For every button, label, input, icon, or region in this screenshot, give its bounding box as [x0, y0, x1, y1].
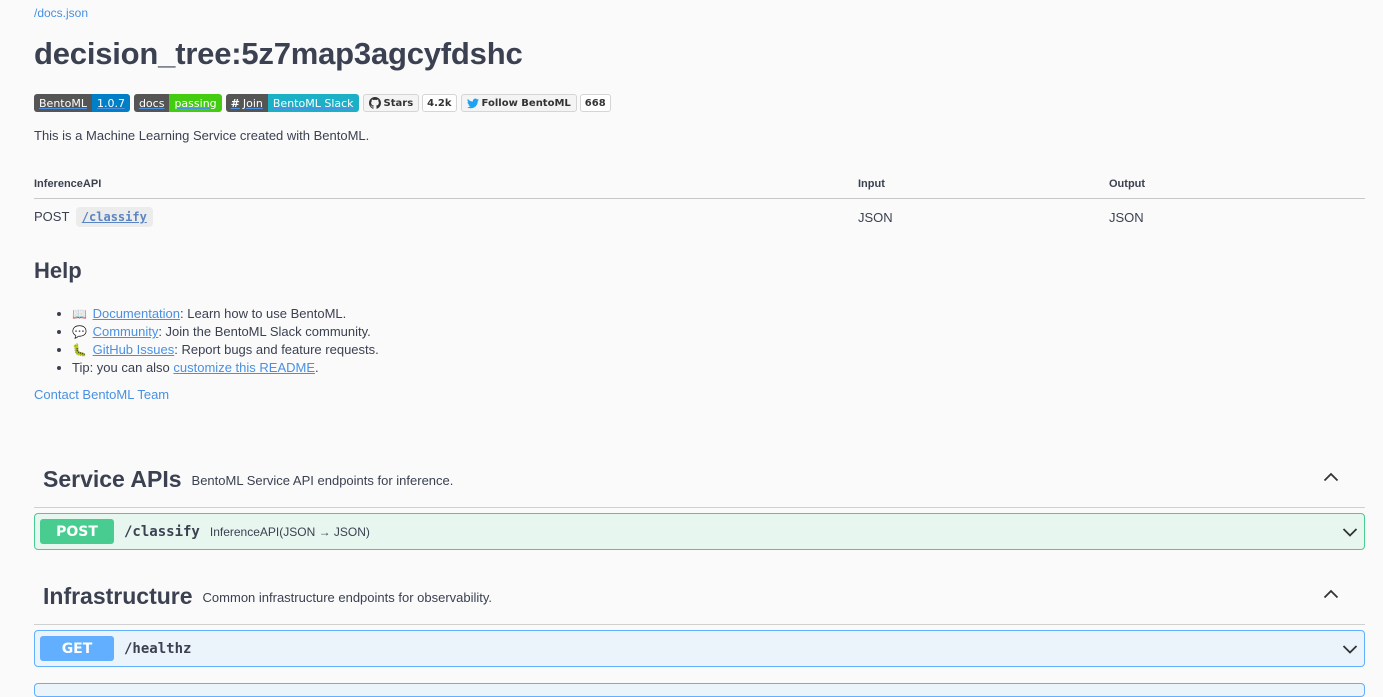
inference-api-table: InferenceAPI Input Output POST /classify… [34, 170, 1365, 233]
service-apis-header[interactable]: Service APIs BentoML Service API endpoin… [34, 451, 1365, 508]
help-item-text: : Learn how to use BentoML. [180, 306, 347, 321]
customize-readme-link[interactable]: customize this README [173, 360, 315, 375]
list-item: 🐛 GitHub Issues: Report bugs and feature… [72, 341, 379, 359]
github-stars-badge[interactable]: Stars 4.2k [362, 94, 457, 112]
operation-post-classify[interactable]: POST /classify InferenceAPI(JSON → JSON) [34, 513, 1365, 550]
bentoml-version-badge[interactable]: BentoML 1.0.7 [34, 94, 130, 112]
twitter-icon [466, 98, 479, 108]
operation-summary: InferenceAPI(JSON → JSON) [209, 524, 370, 539]
badge-label: # Join [225, 94, 268, 112]
api-cell: POST /classify [34, 199, 858, 234]
chevron-up-icon[interactable] [1323, 586, 1339, 602]
documentation-link[interactable]: Documentation [93, 306, 180, 321]
chevron-down-icon[interactable] [1342, 641, 1358, 657]
api-output: JSON [1109, 209, 1144, 225]
method-badge: POST [40, 519, 114, 544]
docs-status-badge[interactable]: docs passing [133, 94, 222, 112]
chevron-down-icon[interactable] [1342, 524, 1358, 540]
col-header-inferenceapi: InferenceAPI [34, 170, 858, 199]
twitter-follow-badge[interactable]: Follow BentoML 668 [460, 94, 611, 112]
list-item: 💬 Community: Join the BentoML Slack comm… [72, 323, 379, 341]
book-icon: 📖 [72, 307, 87, 321]
section-title: Service APIs [43, 465, 182, 492]
chevron-up-icon[interactable] [1323, 469, 1339, 485]
speech-bubble-icon: 💬 [72, 325, 87, 339]
service-apis-section: Service APIs BentoML Service API endpoin… [34, 451, 1365, 550]
api-input: JSON [858, 209, 893, 225]
twitter-follow-count: 668 [579, 94, 611, 112]
page-title: decision_tree:5z7map3agcyfdshc [34, 36, 523, 71]
github-stars-label: Stars [383, 97, 414, 109]
github-stars-button: Stars [362, 94, 420, 112]
help-heading: Help [34, 258, 82, 283]
list-item: Tip: you can also customize this README. [72, 359, 379, 376]
col-header-input: Input [858, 170, 1109, 199]
operation-get-healthz[interactable]: GET /healthz [34, 630, 1365, 667]
badge-value: BentoML Slack [267, 94, 359, 112]
community-link[interactable]: Community [93, 324, 159, 339]
badge-value: 1.0.7 [91, 94, 130, 112]
github-issues-link[interactable]: GitHub Issues [93, 342, 175, 357]
table-row: POST /classify JSON JSON [34, 199, 1365, 234]
help-list: 📖 Documentation: Learn how to use BentoM… [34, 305, 379, 376]
section-title: Infrastructure [43, 582, 193, 609]
api-method: POST [34, 209, 70, 224]
list-item: 📖 Documentation: Learn how to use BentoM… [72, 305, 379, 323]
badge-value: passing [169, 94, 222, 112]
badge-label: BentoML [34, 94, 92, 112]
twitter-follow-button: Follow BentoML [460, 94, 577, 112]
slack-icon: # [230, 96, 240, 110]
tip-suffix: . [315, 360, 319, 375]
github-icon [368, 97, 381, 109]
service-description: This is a Machine Learning Service creat… [34, 128, 370, 143]
github-stars-count: 4.2k [422, 94, 457, 112]
bug-icon: 🐛 [72, 343, 87, 357]
slack-join-badge[interactable]: # Join BentoML Slack [225, 94, 359, 112]
tip-prefix: Tip: you can also [72, 360, 174, 375]
twitter-follow-label: Follow BentoML [481, 97, 571, 109]
col-header-output: Output [1109, 170, 1365, 199]
method-badge: GET [40, 636, 114, 661]
section-description: Common infrastructure endpoints for obse… [202, 590, 493, 605]
badge-label-text: Join [242, 96, 263, 110]
badge-row: BentoML 1.0.7 docs passing # Join BentoM… [34, 93, 611, 113]
contact-link[interactable]: Contact BentoML Team [34, 387, 169, 402]
infrastructure-section: Infrastructure Common infrastructure end… [34, 568, 1365, 667]
badge-label: docs [133, 94, 170, 112]
infrastructure-header[interactable]: Infrastructure Common infrastructure end… [34, 568, 1365, 625]
api-path-link[interactable]: /classify [75, 207, 153, 227]
help-item-text: : Join the BentoML Slack community. [158, 324, 371, 339]
operation-path: /healthz [124, 640, 192, 657]
section-description: BentoML Service API endpoints for infere… [191, 473, 454, 488]
operation-path: /classify [124, 523, 200, 540]
help-item-text: : Report bugs and feature requests. [174, 342, 379, 357]
docs-json-link[interactable]: /docs.json [34, 6, 88, 20]
next-operation-partial[interactable] [34, 683, 1365, 697]
table-header-row: InferenceAPI Input Output [34, 170, 1365, 199]
